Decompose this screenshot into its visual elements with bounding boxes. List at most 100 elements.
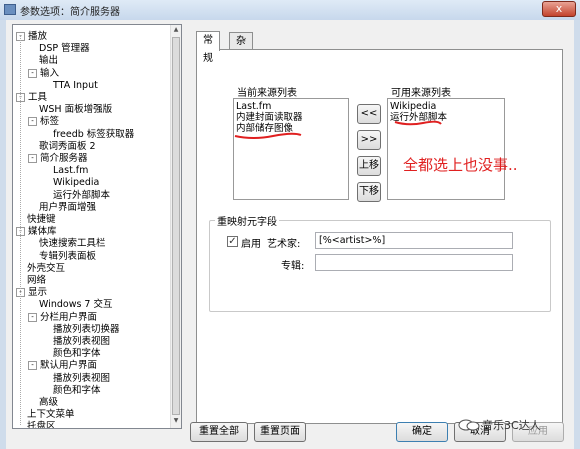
tree-item[interactable]: Windows 7 交互 bbox=[39, 299, 113, 311]
tree-item-label: TTA Input bbox=[53, 79, 98, 91]
scroll-up-icon[interactable]: ▲ bbox=[172, 26, 180, 36]
tree-item[interactable]: freedb 标签获取器 bbox=[53, 129, 134, 141]
tree-item-label: 显示 bbox=[28, 287, 48, 299]
tree-expander-icon[interactable]: - bbox=[28, 117, 37, 127]
tree-item-label: 工具 bbox=[28, 92, 48, 103]
enable-checkbox[interactable]: ✓ bbox=[227, 236, 238, 247]
tree-item-label: 输出 bbox=[39, 55, 59, 67]
album-field[interactable] bbox=[315, 254, 513, 271]
tree-item-label: 网络 bbox=[27, 275, 47, 286]
tab-general[interactable]: 常规 bbox=[196, 31, 220, 64]
tree-item-label: Windows 7 交互 bbox=[39, 299, 113, 311]
tree-item[interactable]: 颜色和字体 bbox=[53, 348, 101, 360]
artist-field[interactable]: [%<artist>%] bbox=[315, 232, 513, 249]
window-title: 参数选项：简介服务器 bbox=[20, 7, 120, 18]
tree-item-label: DSP 管理器 bbox=[39, 43, 90, 55]
tree-item-label: 歌词秀面板 2 bbox=[39, 140, 96, 152]
tree-expander-icon[interactable]: - bbox=[28, 154, 37, 163]
tree-item-label: WSH 面板增强版 bbox=[39, 104, 113, 116]
current-source-item[interactable]: 内建封面读取器 bbox=[236, 112, 346, 123]
current-sources-label: 当前来源列表 bbox=[237, 88, 297, 99]
tree-item[interactable]: 外壳交互 bbox=[27, 263, 65, 275]
tree-scrollbar[interactable]: ▲ ▼ bbox=[170, 25, 181, 428]
close-button[interactable]: x bbox=[542, 1, 576, 17]
reset-all-button[interactable]: 重置全部 bbox=[190, 422, 248, 442]
watermark-text: 音乐3C达人 bbox=[482, 419, 541, 432]
move-up-button[interactable]: 上移 bbox=[357, 156, 381, 176]
available-source-item[interactable]: Wikipedia bbox=[390, 101, 502, 112]
tree-item[interactable]: WSH 面板增强版 bbox=[39, 104, 112, 116]
tree-item[interactable]: 高级 bbox=[39, 397, 58, 409]
tree-item[interactable]: 网络 bbox=[27, 275, 46, 287]
tree-item[interactable]: TTA Input bbox=[53, 80, 98, 92]
add-source-button[interactable]: << bbox=[357, 104, 381, 124]
tree-item-label: 播放列表切换器 bbox=[53, 323, 120, 335]
tree-item-label: 专辑列表面板 bbox=[39, 250, 97, 262]
tree-item[interactable]: 运行外部脚本 bbox=[53, 190, 110, 202]
tree-item-label: 播放列表视图 bbox=[53, 372, 111, 384]
tree-item-label: 外壳交互 bbox=[27, 262, 66, 274]
tree-item-label: 上下文菜单 bbox=[27, 409, 75, 421]
tree-expander-icon[interactable]: - bbox=[28, 361, 37, 371]
enable-label: 启用 bbox=[241, 239, 261, 250]
tree-item[interactable]: 快速搜索工具栏 bbox=[39, 238, 106, 250]
tree-item-label: 快捷键 bbox=[27, 214, 56, 225]
tree-item[interactable]: - 标签 bbox=[28, 116, 59, 128]
move-down-button[interactable]: 下移 bbox=[357, 182, 381, 202]
tab-panel-general: 当前来源列表 Last.fm 内建封面读取器 内部储存图像 << >> 上移 下移 … bbox=[196, 49, 563, 424]
tree-item-label: 分栏用户界面 bbox=[40, 311, 98, 323]
tree-item[interactable]: 颜色和字体 bbox=[53, 385, 101, 397]
current-source-item[interactable]: Last.fm bbox=[236, 101, 346, 112]
tree-item-label: 颜色和字体 bbox=[53, 348, 101, 360]
tree-item-label: 默认用户界面 bbox=[40, 360, 98, 372]
tree-item[interactable]: 播放列表视图 bbox=[53, 373, 110, 385]
tab-misc[interactable]: 杂项 bbox=[229, 32, 253, 65]
tree-item[interactable]: - 媒体库 bbox=[16, 226, 57, 238]
ok-button[interactable]: 确定 bbox=[396, 422, 448, 442]
tree-item[interactable]: 专辑列表面板 bbox=[39, 251, 96, 263]
tree-guide-line bbox=[20, 35, 21, 425]
tree-item[interactable]: - 输入 bbox=[28, 68, 59, 80]
scroll-down-icon[interactable]: ▼ bbox=[172, 417, 180, 427]
tree-item-label: 用户界面增强 bbox=[39, 201, 97, 213]
album-label: 专辑: bbox=[281, 261, 305, 272]
tree-item[interactable]: 快捷键 bbox=[27, 214, 56, 226]
tree-item[interactable]: 上下文菜单 bbox=[27, 409, 75, 421]
available-sources-list[interactable]: Wikipedia 运行外部脚本 bbox=[387, 98, 505, 200]
tree-item-label: 高级 bbox=[39, 397, 59, 408]
tree-item-label: 媒体库 bbox=[28, 226, 57, 238]
tree-item[interactable]: Last.fm bbox=[53, 165, 88, 177]
tree-item[interactable]: 播放列表切换器 bbox=[53, 324, 120, 336]
tree-item-label: 快速搜索工具栏 bbox=[39, 238, 106, 250]
tree-item[interactable]: 歌词秀面板 2 bbox=[39, 141, 96, 153]
tree-expander-icon[interactable]: - bbox=[28, 312, 37, 322]
tree-item-label: 颜色和字体 bbox=[53, 384, 101, 396]
tree-item-label: Wikipedia bbox=[53, 177, 100, 189]
reset-page-button[interactable]: 重置页面 bbox=[254, 422, 306, 442]
tree-item-label: freedb 标签获取器 bbox=[53, 128, 135, 140]
tree-item-label: 运行外部脚本 bbox=[53, 189, 111, 201]
tree-item-label: 输入 bbox=[40, 67, 60, 79]
app-icon bbox=[4, 4, 16, 15]
tree-expander-icon[interactable]: - bbox=[28, 68, 37, 78]
tree-item[interactable]: DSP 管理器 bbox=[39, 43, 90, 55]
artist-label: 艺术家: bbox=[267, 239, 301, 250]
tree-item[interactable]: 托盘区 bbox=[27, 421, 56, 428]
current-sources-list[interactable]: Last.fm 内建封面读取器 内部储存图像 bbox=[233, 98, 349, 200]
remove-source-button[interactable]: >> bbox=[357, 130, 381, 150]
tree-item[interactable]: 用户界面增强 bbox=[39, 202, 96, 214]
tree-item[interactable]: - 默认用户界面 bbox=[28, 360, 97, 372]
preferences-tree[interactable]: ▲ ▼ - 播放 DSP 管理器 输出 - 输入 TTA Input - 工具 WSH 面板增强版… bbox=[12, 24, 182, 429]
tree-item[interactable]: 播放列表视图 bbox=[53, 336, 110, 348]
tree-item-label: Last.fm bbox=[53, 165, 89, 177]
tree-item-label: 简介服务器 bbox=[40, 153, 88, 164]
annotation-note: 全都选上也没事.. bbox=[403, 156, 518, 174]
tree-item[interactable]: - 简介服务器 bbox=[28, 153, 88, 165]
available-sources-label: 可用来源列表 bbox=[391, 88, 451, 99]
tree-item-label: 播放 bbox=[28, 31, 48, 42]
tree-item[interactable]: Wikipedia bbox=[53, 177, 99, 189]
scrollbar-thumb[interactable] bbox=[172, 37, 180, 415]
tree-item[interactable]: 输出 bbox=[39, 55, 58, 67]
title-bar: 参数选项：简介服务器 x bbox=[0, 0, 580, 20]
tree-item[interactable]: - 分栏用户界面 bbox=[28, 312, 97, 324]
